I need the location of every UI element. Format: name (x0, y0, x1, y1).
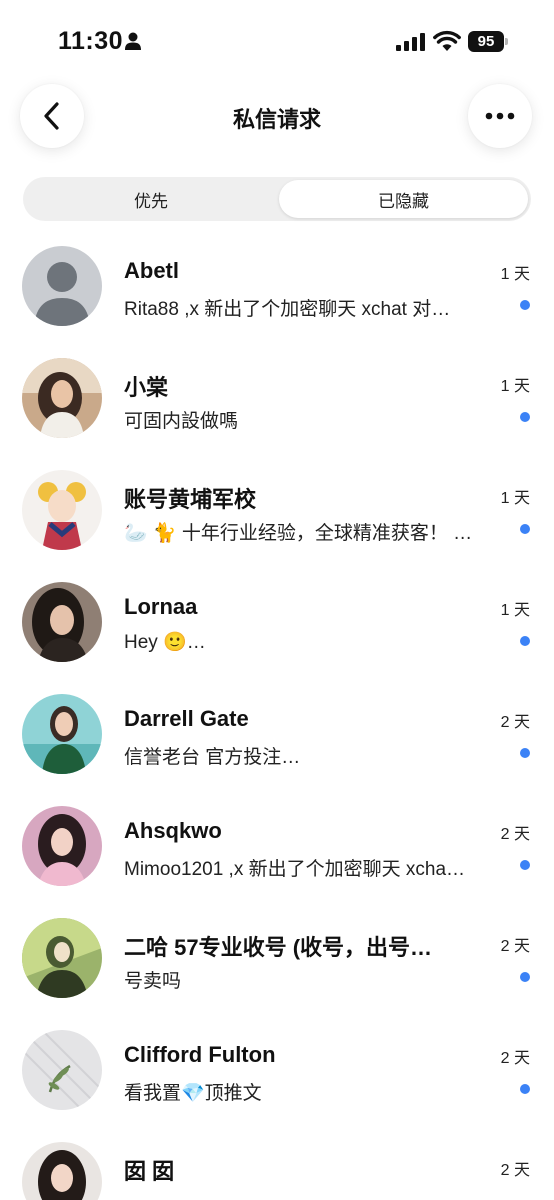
timestamp: 1 天 (500, 266, 530, 283)
battery-indicator: 95 (468, 31, 508, 52)
tab-priority[interactable]: 优先 (26, 180, 276, 218)
conversation-name: Lornaa (124, 594, 198, 619)
unread-dot (520, 860, 530, 870)
status-bar: 11:30 95 (0, 0, 554, 82)
timestamp: 1 天 (500, 378, 530, 395)
conversation-name: 账号黄埔军校 (124, 487, 257, 512)
list-item[interactable]: Ahsqkwo Mimoo1201 ,x 新出了个加密聊天 xcha… 2 天 (0, 792, 554, 904)
unread-dot (520, 300, 530, 310)
list-item[interactable]: 小棠 可固内設做嗎 1 天 (0, 344, 554, 456)
unread-dot (520, 1084, 530, 1094)
list-item[interactable]: Darrell Gate 信誉老台 官方投注… 2 天 (0, 680, 554, 792)
list-item[interactable]: Lornaa Hey 🙂… 1 天 (0, 568, 554, 680)
unread-dot (520, 972, 530, 982)
conversation-name: 小棠 (124, 375, 169, 400)
message-preview: 看我置💎顶推文 (124, 1083, 262, 1104)
message-preview: 可固内設做嗎 (124, 411, 239, 432)
more-button[interactable] (468, 84, 532, 148)
segmented-control: 优先 已隐藏 (23, 177, 531, 221)
avatar (22, 918, 102, 998)
list-item[interactable]: Abetl Rita88 ,x 新出了个加密聊天 xchat 对… 1 天 (0, 232, 554, 344)
list-item[interactable]: Clifford Fulton 看我置💎顶推文 2 天 (0, 1016, 554, 1128)
avatar (22, 582, 102, 662)
unread-dot (520, 636, 530, 646)
battery-tip (505, 38, 508, 45)
list-item[interactable]: 囡 囡 2 天 (0, 1128, 554, 1200)
signal-icon (396, 33, 425, 51)
conversation-name: Abetl (124, 258, 179, 283)
wifi-icon (433, 30, 461, 51)
timestamp: 2 天 (500, 826, 530, 843)
conversation-name: Clifford Fulton (124, 1042, 276, 1067)
list-item[interactable]: 账号黄埔军校 🦢 🐈 十年行业经验，全球精准获客！ … 1 天 (0, 456, 554, 568)
conversation-name: 囡 囡 (124, 1159, 175, 1184)
message-preview: 🦢 🐈 十年行业经验，全球精准获客！ … (124, 523, 473, 544)
list-item[interactable]: 二哈 57专业收号 (收号，出号… 号卖吗 2 天 (0, 904, 554, 1016)
message-preview: Rita88 ,x 新出了个加密聊天 xchat 对… (124, 299, 451, 320)
timestamp: 2 天 (500, 938, 530, 955)
conversation-name: 二哈 57专业收号 (收号，出号… (124, 935, 433, 960)
unread-dot (520, 748, 530, 758)
more-dots-icon (485, 112, 515, 120)
timestamp: 1 天 (500, 602, 530, 619)
unread-dot (520, 412, 530, 422)
conversation-name: Ahsqkwo (124, 818, 222, 843)
avatar (22, 806, 102, 886)
unread-dot (520, 524, 530, 534)
avatar (22, 246, 102, 326)
tab-hidden[interactable]: 已隐藏 (279, 180, 528, 218)
avatar (22, 470, 102, 550)
avatar (22, 1030, 102, 1110)
timestamp: 2 天 (500, 1050, 530, 1067)
avatar (22, 1142, 102, 1200)
message-preview: Mimoo1201 ,x 新出了个加密聊天 xcha… (124, 859, 466, 880)
battery-level: 95 (468, 31, 504, 52)
avatar (22, 358, 102, 438)
message-preview: 信誉老台 官方投注… (124, 747, 301, 768)
timestamp: 2 天 (500, 714, 530, 731)
person-icon (125, 32, 141, 50)
status-time: 11:30 (58, 27, 124, 55)
message-preview: 号卖吗 (124, 971, 182, 992)
message-preview: Hey 🙂… (124, 632, 206, 653)
avatar (22, 694, 102, 774)
header: 私信请求 (0, 82, 554, 152)
timestamp: 1 天 (500, 490, 530, 507)
conversation-name: Darrell Gate (124, 706, 249, 731)
timestamp: 2 天 (500, 1162, 530, 1179)
